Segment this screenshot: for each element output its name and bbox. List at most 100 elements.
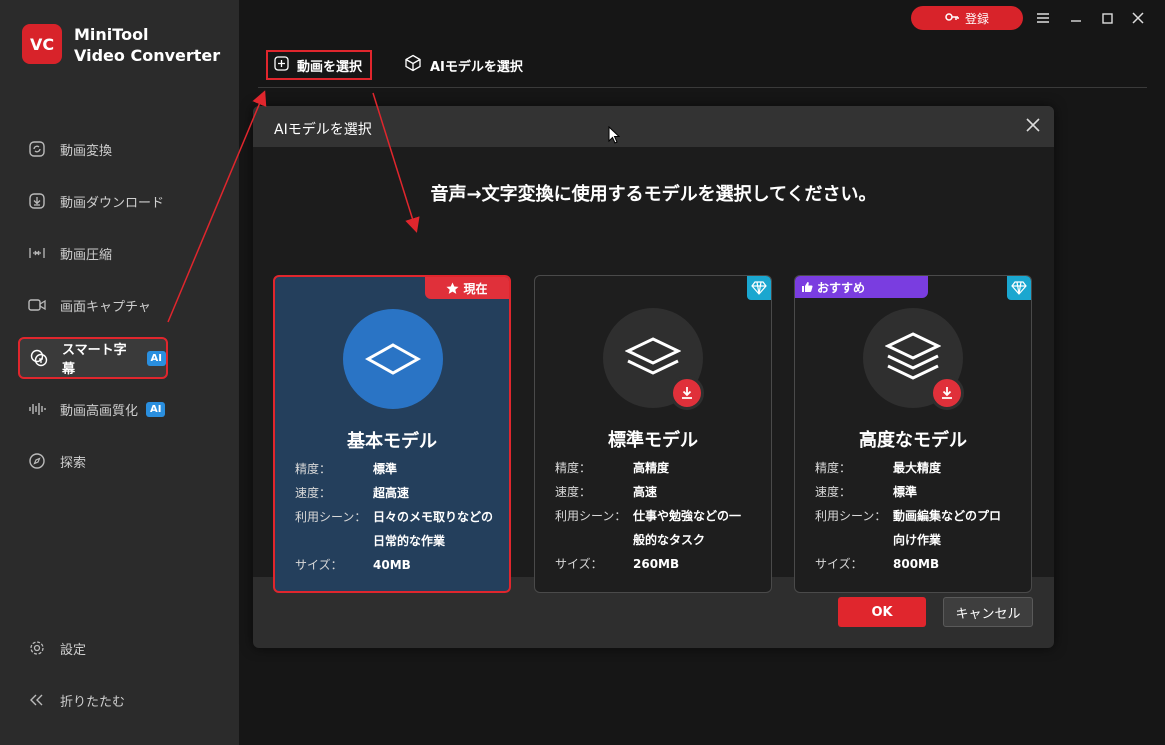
model-card-basic[interactable]: 現在 基本モデル 精度： 標準 速度： 超高速 利用シーン： 日々のメモ取りなど… <box>273 275 511 593</box>
sidebar-item-label: 動画高画質化 <box>60 403 139 419</box>
current-tag-label: 現在 <box>463 281 488 296</box>
spec-label-size: サイズ： <box>295 558 343 572</box>
model-card-advanced[interactable]: おすすめ 高度なモデル 精度： 最大精度 速度： 標準 利用シーン： 動画編集な… <box>794 275 1032 593</box>
minimize-button[interactable] <box>1066 8 1086 28</box>
spec-label-size: サイズ： <box>815 557 863 571</box>
dialog-close-button[interactable] <box>1026 116 1040 137</box>
subtitle-icon <box>30 349 48 367</box>
window-close-button[interactable] <box>1128 8 1148 28</box>
spec-label-speed: 速度： <box>295 486 332 500</box>
mouse-cursor-icon <box>608 125 621 148</box>
dialog-body: 音声→文字変換に使用するモデルを選択してください。 現在 基本モデル 精度： 標… <box>253 147 1054 593</box>
cube-icon <box>404 54 422 76</box>
waveform-icon <box>28 400 46 418</box>
sidebar-item-convert[interactable]: 動画変換 <box>18 128 222 170</box>
spec-label-size: サイズ： <box>555 557 603 571</box>
sidebar-item-enhance[interactable]: 動画高画質化 AI <box>18 388 222 430</box>
collapse-button[interactable]: 折りたたむ <box>18 679 222 721</box>
key-icon <box>945 11 959 26</box>
app-title-line1: MiniTool <box>74 25 149 44</box>
download-icon <box>942 387 952 399</box>
hamburger-icon <box>1037 13 1049 23</box>
sidebar-item-explore[interactable]: 探索 <box>18 440 222 482</box>
plus-square-icon <box>274 55 289 75</box>
sidebar-item-label: スマート字幕 <box>62 343 127 377</box>
download-badge[interactable] <box>670 376 704 410</box>
camera-icon <box>28 296 46 314</box>
cancel-button[interactable]: キャンセル <box>943 597 1033 627</box>
ai-badge: AI <box>146 350 166 366</box>
dialog-title: AIモデルを選択 <box>274 122 372 138</box>
sidebar-item-smart-subtitle[interactable]: スマート字幕 AI <box>18 337 168 379</box>
dialog-header: AIモデルを選択 <box>253 106 1054 147</box>
compass-icon <box>28 452 46 470</box>
layer-double-icon <box>625 337 681 375</box>
spec-value-speed: 標準 <box>893 485 918 499</box>
sidebar-item-label: 動画変換 <box>60 143 113 159</box>
spec-label-speed: 速度： <box>815 485 852 499</box>
spec-label-scene: 利用シーン： <box>295 510 367 524</box>
close-icon <box>1026 118 1040 132</box>
sidebar-item-compress[interactable]: 動画圧縮 <box>18 232 222 274</box>
sidebar-item-label: 探索 <box>60 455 87 471</box>
diamond-icon <box>1007 276 1031 300</box>
model-icon-circle <box>343 309 443 409</box>
gear-icon <box>28 639 46 657</box>
model-name: 標準モデル <box>608 430 698 451</box>
sidebar-item-label: 動画ダウンロード <box>60 195 165 211</box>
spec-value-size: 800MB <box>893 557 940 571</box>
thumbs-up-icon <box>802 282 813 292</box>
diamond-icon <box>747 276 771 300</box>
model-name: 基本モデル <box>347 431 437 452</box>
spec-value-scene: 日々のメモ取りなどの <box>373 510 494 524</box>
convert-icon <box>28 140 46 158</box>
sidebar-item-download[interactable]: 動画ダウンロード <box>18 180 222 222</box>
app-logo: VC <box>22 24 62 64</box>
settings-button[interactable]: 設定 <box>18 627 222 669</box>
settings-label: 設定 <box>60 642 87 658</box>
spec-value-speed: 高速 <box>633 485 658 499</box>
spec-label-accuracy: 精度： <box>295 462 332 476</box>
sidebar-item-label: 動画圧縮 <box>60 247 113 263</box>
ai-badge: AI <box>146 401 166 417</box>
maximize-icon <box>1101 12 1113 24</box>
download-badge[interactable] <box>930 376 964 410</box>
compress-icon <box>28 244 46 262</box>
model-name: 高度なモデル <box>859 430 967 451</box>
spec-value-speed: 超高速 <box>373 486 410 500</box>
register-label: 登録 <box>964 11 989 26</box>
tab-select-video[interactable]: 動画を選択 <box>266 50 372 80</box>
recommend-tag: おすすめ <box>795 276 928 298</box>
register-button[interactable]: 登録 <box>911 6 1023 30</box>
app-title: MiniTool Video Converter <box>74 24 220 66</box>
model-card-standard[interactable]: 標準モデル 精度： 高精度 速度： 高速 利用シーン： 仕事や勉強などの一 般的… <box>534 275 772 593</box>
spec-value-scene: 仕事や勉強などの一 <box>633 509 742 523</box>
ok-button[interactable]: OK <box>838 597 926 627</box>
minimize-icon <box>1071 20 1081 22</box>
download-icon <box>28 192 46 210</box>
spec-label-scene: 利用シーン： <box>555 509 627 523</box>
double-chevron-left-icon <box>28 691 46 709</box>
spec-value-accuracy: 最大精度 <box>893 461 942 475</box>
download-icon <box>682 387 692 399</box>
spec-value-scene: 動画編集などのプロ <box>893 509 1002 523</box>
menu-button[interactable] <box>1033 8 1053 28</box>
tab-ai-model[interactable]: AIモデルを選択 <box>404 50 523 80</box>
collapse-label: 折りたたむ <box>60 694 126 710</box>
spec-label-speed: 速度： <box>555 485 592 499</box>
tab-label: 動画を選択 <box>297 59 363 75</box>
close-icon <box>1132 12 1144 24</box>
ai-model-dialog: AIモデルを選択 音声→文字変換に使用するモデルを選択してください。 現在 基本… <box>253 106 1054 648</box>
spec-value-scene-cont: 向け作業 <box>893 533 942 547</box>
sidebar-item-capture[interactable]: 画面キャプチャ <box>18 284 222 326</box>
sidebar: VC MiniTool Video Converter 動画変換 動画ダウンロー… <box>0 0 239 745</box>
sidebar-item-label: 画面キャプチャ <box>60 299 151 315</box>
tab-divider <box>258 87 1147 88</box>
recommend-tag-label: おすすめ <box>817 280 866 295</box>
dialog-heading: 音声→文字変換に使用するモデルを選択してください。 <box>430 184 877 205</box>
spec-label-accuracy: 精度： <box>815 461 852 475</box>
spec-value-size: 260MB <box>633 557 680 571</box>
current-tag: 現在 <box>425 277 509 299</box>
maximize-button[interactable] <box>1097 8 1117 28</box>
spec-value-scene-cont: 般的なタスク <box>633 533 706 547</box>
